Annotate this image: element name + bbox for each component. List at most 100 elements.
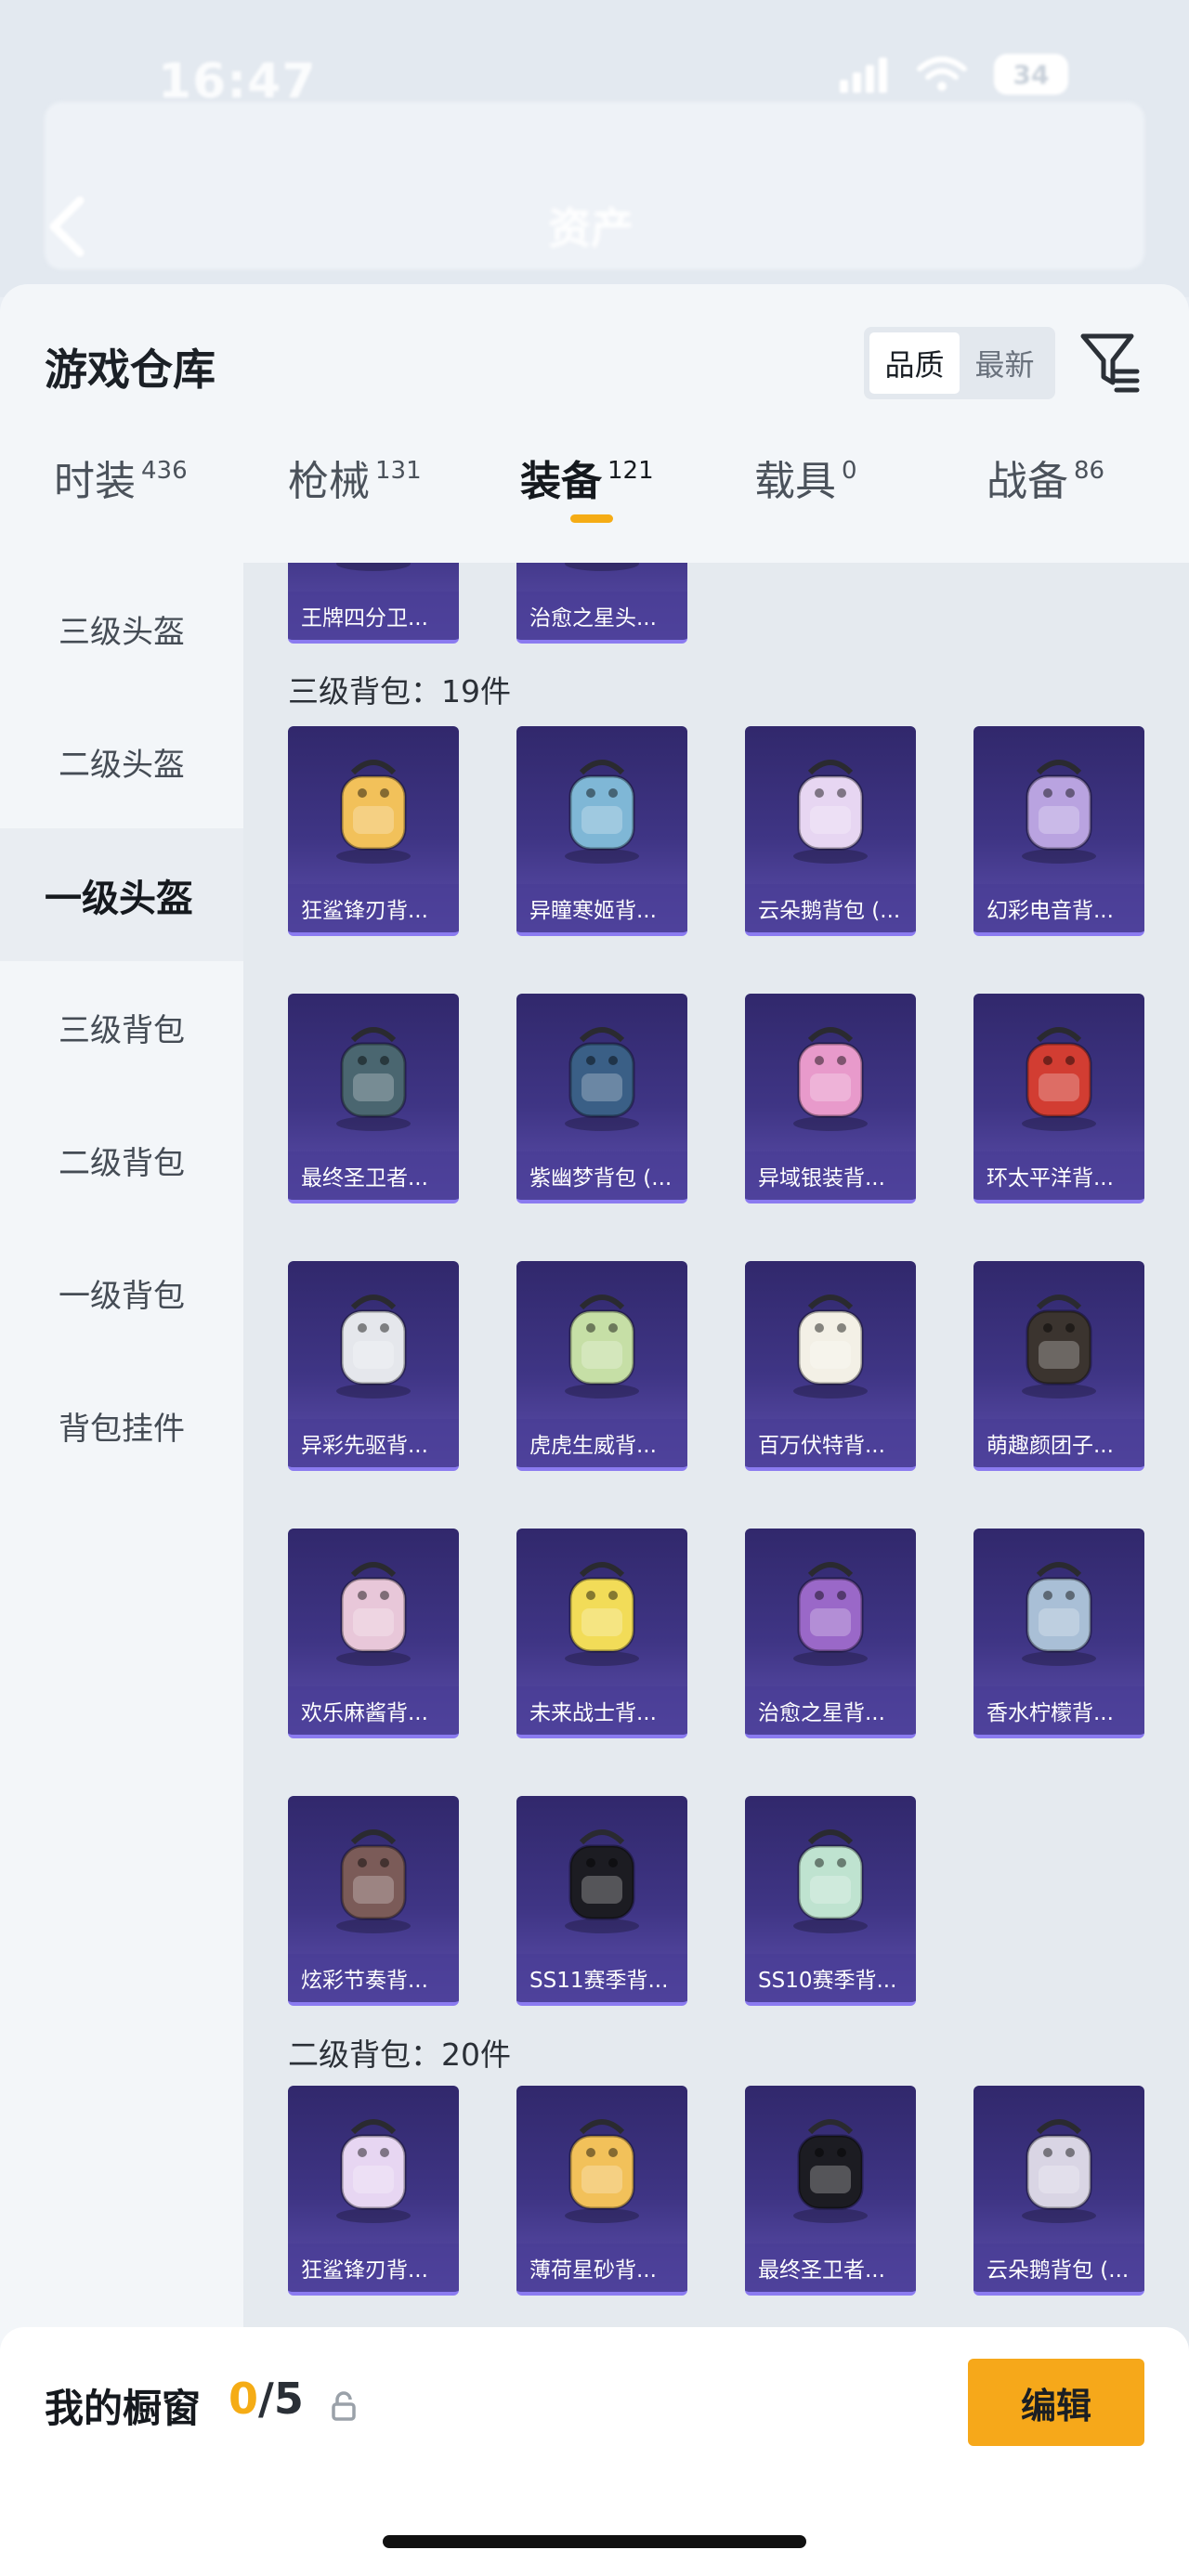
showcase-count-current: 0 [229,2374,259,2424]
item-name: 环太平洋背... [973,1151,1144,1200]
item-name-text: 虎虎生威背... [529,1434,657,1458]
item-name-text: 治愈之星头... [529,606,657,631]
backpack-icon [793,1562,868,1666]
section-label: 二级背包：20件 [288,2036,511,2073]
item-card[interactable]: 最终圣卫者... [288,994,459,1203]
item-card[interactable]: 未来战士背... [516,1529,687,1738]
item-card[interactable]: 异彩先驱背... [288,1261,459,1471]
wifi-icon [917,57,967,91]
item-name: 幻彩电音背... [973,884,1144,932]
sort-option-quality[interactable]: 品质 [869,332,960,394]
sidebar-item-level2-backpack[interactable]: 二级背包 [0,1094,243,1227]
item-name: 欢乐麻酱背... [288,1686,459,1735]
item-name: 炫彩节奏背... [288,1954,459,2002]
backpack-icon [1022,1027,1096,1131]
item-card[interactable]: 幻彩电音背... [973,726,1144,936]
item-card[interactable]: SS11赛季背... [516,1796,687,2006]
backpack-icon [793,1295,868,1399]
warehouse-sheet: 游戏仓库 品质 最新 时装 436 枪械 131 装备 121 载具 0 战备 … [0,284,1189,2576]
item-card[interactable]: 狂鲨锋刃背... [288,726,459,936]
sidebar-item-level3-backpack[interactable]: 三级背包 [0,961,243,1094]
tab-guns[interactable]: 枪械 131 [288,448,422,550]
sidebar-item-level1-backpack[interactable]: 一级背包 [0,1227,243,1360]
backpack-icon [793,1829,868,1933]
item-card[interactable]: 云朵鹅背包 (... [973,2086,1144,2296]
item-card[interactable]: 最终圣卫者... [745,2086,916,2296]
sidebar: 三级头盔 二级头盔 一级头盔 三级背包 二级背包 一级背包 背包挂件 [0,563,243,2576]
item-card[interactable]: 欢乐麻酱背... [288,1529,459,1738]
item-name: 狂鲨锋刃背... [288,884,459,932]
item-name-text: 百万伏特背... [758,1434,885,1458]
item-name-text: 王牌四分卫... [301,606,428,631]
item-name-text: 紫幽梦背包 (... [529,1166,673,1190]
item-card[interactable]: 薄荷星砂背... [516,2086,687,2296]
item-name: 治愈之星头... [516,592,687,640]
item-card[interactable]: 异瞳寒姬背... [516,726,687,936]
item-card[interactable]: 炫彩节奏背... [288,1796,459,2006]
item-name-text: 幻彩电音背... [986,899,1114,923]
item-card[interactable]: 异域银装背... [745,994,916,1203]
signal-icon [840,56,890,93]
item-name-text: 未来战士背... [529,1701,657,1725]
item-name: 异瞳寒姬背... [516,884,687,932]
tab-supplies[interactable]: 战备 86 [986,448,1104,550]
tab-vehicles[interactable]: 载具 0 [754,448,857,550]
backpack-icon [565,1295,639,1399]
backpack-icon [336,1027,411,1131]
tab-equipment[interactable]: 装备 121 [520,448,654,550]
item-name: 最终圣卫者... [745,2244,916,2292]
backpack-icon [336,1562,411,1666]
backpack-icon [565,1829,639,1933]
item-card[interactable]: 萌趣颜团子... [973,1261,1144,1471]
item-card[interactable]: 治愈之星头... [516,563,687,644]
backpack-icon [565,760,639,864]
item-name-text: SS11赛季背... [529,1969,669,1993]
showcase-title: 我的橱窗 [45,2386,202,2431]
backpack-icon [336,2119,411,2223]
item-grid: 王牌四分卫... 治愈之星头... 三级背包：19件狂鲨锋刃背... 异瞳寒姬背...… [243,563,1189,2576]
item-name-text: 萌趣颜团子... [986,1434,1114,1458]
edit-button[interactable]: 编辑 [968,2359,1144,2446]
item-card[interactable]: 云朵鹅背包 (... [745,726,916,936]
battery-icon: 34 [994,54,1068,95]
item-name-text: 云朵鹅背包 (... [758,899,901,923]
item-card[interactable]: 王牌四分卫... [288,563,459,644]
item-name-text: 薄荷星砂背... [529,2258,657,2283]
backpack-icon [793,760,868,864]
backpack-icon [565,1562,639,1666]
item-card[interactable]: 治愈之星背... [745,1529,916,1738]
item-card[interactable]: 虎虎生威背... [516,1261,687,1471]
tab-active-indicator [570,514,613,523]
showcase-bar: 我的橱窗 0/5 编辑 [0,2327,1189,2576]
item-name: 异彩先驱背... [288,1419,459,1467]
item-name-text: 异彩先驱背... [301,1434,428,1458]
item-card[interactable]: 狂鲨锋刃背... [288,2086,459,2296]
item-name-text: SS10赛季背... [758,1969,897,1993]
tab-fashion[interactable]: 时装 436 [54,448,188,550]
sidebar-item-backpack-charm[interactable]: 背包挂件 [0,1360,243,1492]
item-card[interactable]: 环太平洋背... [973,994,1144,1203]
item-card[interactable]: 香水柠檬背... [973,1529,1144,1738]
item-name: 薄荷星砂背... [516,2244,687,2292]
item-card[interactable]: 紫幽梦背包 (... [516,994,687,1203]
item-name-text: 异瞳寒姬背... [529,899,657,923]
sidebar-item-level2-helmet[interactable]: 二级头盔 [0,696,243,828]
sidebar-item-level1-helmet[interactable]: 一级头盔 [0,828,243,961]
backpack-icon [1022,1562,1096,1666]
back-arrow-icon[interactable] [43,193,93,260]
sidebar-item-level3-helmet[interactable]: 三级头盔 [0,563,243,696]
item-name: 最终圣卫者... [288,1151,459,1200]
item-name: 紫幽梦背包 (... [516,1151,687,1200]
backpack-icon [336,760,411,864]
backpack-icon [793,1027,868,1131]
item-name: SS11赛季背... [516,1954,687,2002]
item-card[interactable]: 百万伏特背... [745,1261,916,1471]
item-card[interactable]: SS10赛季背... [745,1796,916,2006]
category-tabs: 时装 436 枪械 131 装备 121 载具 0 战备 86 [0,448,1189,550]
item-name: 云朵鹅背包 (... [973,2244,1144,2292]
filter-icon[interactable] [1078,329,1143,394]
item-name: 百万伏特背... [745,1419,916,1467]
showcase-count: 0/5 [229,2374,304,2424]
sort-option-newest[interactable]: 最新 [960,332,1050,394]
section-label: 三级背包：19件 [288,673,511,709]
